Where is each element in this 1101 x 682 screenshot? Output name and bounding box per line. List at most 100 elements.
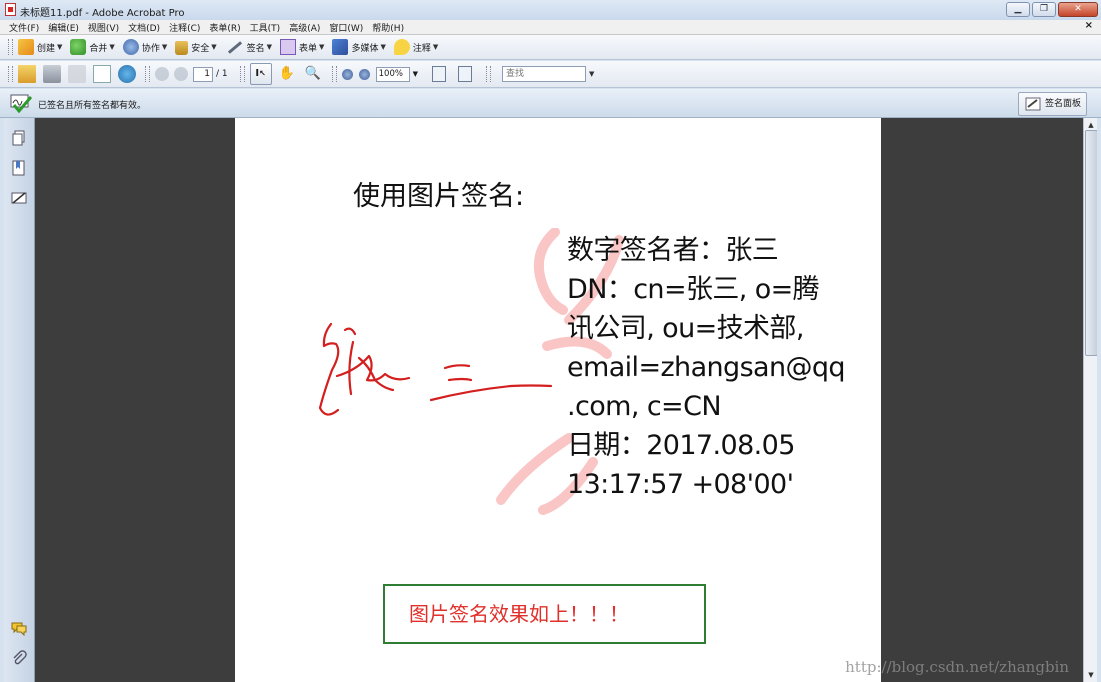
navigation-toolbar: 1 / 1 I↖ ✋ 🔍 100% ▼ 查找 ▼ — [0, 61, 1101, 88]
combine-files-icon — [70, 39, 87, 55]
combine-button[interactable]: 合并 ▼ — [70, 39, 115, 55]
pen-icon — [227, 40, 242, 54]
signature-details: 数字签名者：张三 DN：cn=张三, o=腾 讯公司, ou=技术部, emai… — [567, 231, 867, 504]
signatures-icon[interactable] — [11, 190, 27, 206]
pdf-page: 使用图片签名: 数字签名者：张三 DN：cn=张三, o=腾 讯公司, ou=技… — [235, 118, 881, 682]
menu-edit[interactable]: 编辑(E) — [43, 21, 83, 34]
pages-icon[interactable] — [11, 130, 27, 146]
zoom-out-icon[interactable] — [341, 68, 353, 80]
sign-button[interactable]: 签名 ▼ — [225, 40, 273, 54]
comment-icon — [393, 39, 410, 55]
menu-view[interactable]: 视图(V) — [83, 21, 123, 34]
zoom-dropdown-icon[interactable]: ▼ — [413, 70, 418, 78]
signature-line: DN：cn=张三, o=腾 — [567, 274, 820, 305]
signature-line: .com, c=CN — [567, 391, 722, 422]
collaborate-button[interactable]: 协作 ▼ — [122, 39, 168, 55]
collaborate-icon — [122, 39, 139, 55]
email-icon[interactable] — [93, 65, 111, 83]
next-page-icon[interactable] — [174, 67, 188, 81]
secure-button[interactable]: 安全 ▼ — [175, 39, 217, 55]
chevron-down-icon: ▼ — [266, 43, 273, 51]
hand-tool-icon[interactable]: ✋ — [278, 65, 296, 83]
chevron-down-icon: ▼ — [211, 43, 217, 51]
create-pdf-icon — [18, 39, 34, 55]
zoom-tool-icon[interactable]: 🔍 — [304, 65, 322, 83]
chevron-down-icon: ▼ — [109, 43, 115, 51]
vertical-scrollbar[interactable]: ▲ ▼ — [1083, 118, 1098, 682]
collaborate-label: 协作 — [141, 43, 160, 54]
zoom-in-icon[interactable] — [358, 68, 370, 80]
document-close-button[interactable]: × — [1085, 20, 1093, 31]
menu-bar: 文件(F) 编辑(E) 视图(V) 文档(D) 注释(C) 表单(R) 工具(T… — [0, 20, 1101, 35]
signature-message-bar: 已签名且所有签名都有效。 签名面板 — [0, 89, 1101, 118]
toolbar-grip[interactable] — [331, 66, 337, 82]
forms-button[interactable]: 表单 ▼ — [280, 39, 324, 55]
sign-label: 签名 — [246, 43, 265, 54]
multimedia-icon — [332, 39, 349, 55]
signature-line: 数字签名者：张三 — [567, 235, 779, 266]
title-bar: 未标题11.pdf - Adobe Acrobat Pro ▁ ❐ ✕ — [0, 0, 1101, 21]
menu-comments[interactable]: 注释(C) — [164, 21, 204, 34]
menu-help[interactable]: 帮助(H) — [367, 21, 408, 34]
page-heading: 使用图片签名: — [353, 181, 525, 212]
window-frame-edge — [1097, 118, 1101, 682]
save-icon[interactable] — [68, 65, 86, 83]
scroll-down-icon[interactable]: ▼ — [1084, 668, 1098, 682]
menu-tools[interactable]: 工具(T) — [245, 21, 285, 34]
page-number-input[interactable]: 1 — [193, 66, 213, 82]
menu-window[interactable]: 窗口(W) — [324, 21, 367, 34]
signature-panel-label: 签名面板 — [1044, 99, 1081, 109]
previous-page-icon[interactable] — [155, 67, 169, 81]
lock-icon — [175, 41, 189, 55]
chevron-down-icon: ▼ — [161, 43, 168, 51]
select-tool-button[interactable]: I↖ — [249, 63, 272, 85]
attachments-icon[interactable] — [11, 650, 27, 666]
find-input[interactable]: 查找 — [502, 66, 587, 82]
menu-document[interactable]: 文档(D) — [123, 21, 164, 34]
fit-page-icon[interactable] — [432, 66, 447, 82]
window-controls: ▁ ❐ ✕ — [1006, 2, 1098, 17]
comments-icon[interactable] — [11, 620, 27, 636]
signature-status-text: 已签名且所有签名都有效。 — [38, 101, 147, 111]
toolbar-grip[interactable] — [8, 66, 13, 82]
signature-line: 日期：2017.08.05 — [567, 430, 795, 461]
secure-label: 安全 — [191, 43, 210, 54]
blog-watermark: http://blog.csdn.net/zhangbin — [845, 658, 1069, 676]
zoom-level-input[interactable]: 100% — [375, 66, 410, 82]
chevron-down-icon: ▼ — [319, 43, 325, 51]
result-note-text: 图片签名效果如上！！！ — [409, 602, 629, 626]
maximize-button[interactable]: ❐ — [1032, 2, 1056, 17]
tasks-toolbar: 创建 ▼ 合并 ▼ 协作 ▼ 安全 ▼ 签名 ▼ 表单 ▼ 多媒体 ▼ 注释 ▼ — [0, 35, 1101, 60]
pdf-file-icon — [5, 3, 16, 16]
signature-line: 讯公司, ou=技术部, — [567, 313, 804, 344]
print-icon[interactable] — [43, 65, 61, 83]
chevron-down-icon: ▼ — [380, 43, 386, 51]
fit-width-icon[interactable] — [458, 66, 473, 82]
toolbar-grip[interactable] — [486, 66, 492, 82]
toolbar-grip[interactable] — [8, 39, 13, 55]
signature-valid-icon — [10, 94, 32, 113]
toolbar-grip[interactable] — [145, 66, 150, 82]
menu-advanced[interactable]: 高级(A) — [284, 21, 324, 34]
create-button[interactable]: 创建 ▼ — [18, 39, 62, 55]
result-note-box: 图片签名效果如上！！！ — [383, 584, 706, 644]
find-dropdown-icon[interactable]: ▼ — [589, 70, 594, 78]
toolbar-grip[interactable] — [239, 66, 245, 82]
minimize-button[interactable]: ▁ — [1006, 2, 1030, 17]
menu-forms[interactable]: 表单(R) — [204, 21, 244, 34]
document-area: 使用图片签名: 数字签名者：张三 DN：cn=张三, o=腾 讯公司, ou=技… — [35, 118, 1083, 682]
multimedia-button[interactable]: 多媒体 ▼ — [332, 39, 386, 55]
signature-panel-icon — [1025, 97, 1041, 111]
web-share-icon[interactable] — [118, 65, 136, 83]
comment-button[interactable]: 注释 ▼ — [393, 39, 439, 55]
multimedia-label: 多媒体 — [351, 43, 379, 54]
open-folder-icon[interactable] — [18, 65, 36, 83]
chevron-down-icon: ▼ — [432, 43, 439, 51]
menu-file[interactable]: 文件(F) — [0, 21, 43, 34]
signature-panel-button[interactable]: 签名面板 — [1017, 92, 1087, 116]
create-label: 创建 — [37, 43, 56, 54]
bookmarks-icon[interactable] — [11, 160, 27, 176]
forms-label: 表单 — [299, 43, 318, 54]
signature-line: 13:17:57 +08'00' — [567, 469, 794, 500]
close-button[interactable]: ✕ — [1058, 2, 1098, 17]
